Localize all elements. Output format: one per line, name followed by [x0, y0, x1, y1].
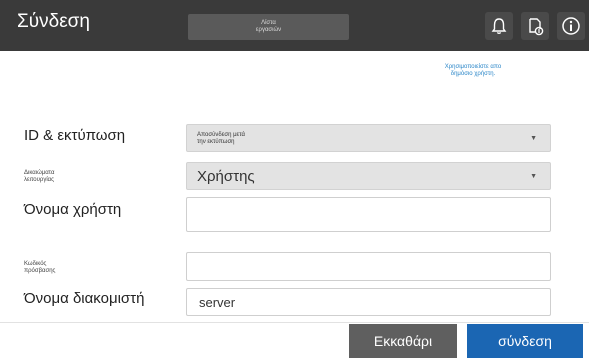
function-permission-select[interactable]: Χρήστης ▼ — [186, 162, 551, 190]
info-icon-glyph — [562, 17, 580, 35]
password-label-line1: Κωδικός — [24, 261, 47, 267]
function-permission-label: Δικαιώματα λειτουργίας — [24, 170, 54, 184]
id-print-select[interactable]: Αποσύνδεση μετά την εκτύπωση ▼ — [186, 124, 551, 152]
footer-divider — [0, 322, 589, 323]
id-print-value-line1: Αποσύνδεση μετά — [197, 132, 245, 138]
job-list-label-line2: εργασιών — [255, 27, 282, 33]
job-list-label-line1: Λίστα — [261, 20, 276, 26]
login-button[interactable]: σύνδεση — [467, 324, 583, 358]
function-permission-label-line1: Δικαιώματα — [24, 170, 55, 176]
password-input[interactable] — [186, 252, 551, 281]
username-label: Όνομα χρήστη — [24, 201, 122, 218]
public-user-link[interactable]: Χρησιμοποιείστε απο δημόσιο χρήστη. — [418, 64, 528, 78]
server-name-value: server — [199, 295, 236, 310]
public-user-link-line2: δημόσιο χρήστη. — [450, 71, 496, 77]
job-list-button[interactable]: Λίστα εργασιών — [188, 14, 349, 40]
page-title: Σύνδεση — [17, 11, 90, 32]
chevron-down-icon: ▼ — [530, 173, 537, 180]
chevron-down-icon: ▼ — [530, 135, 537, 142]
username-input[interactable] — [186, 197, 551, 232]
server-name-input[interactable]: server — [186, 288, 551, 316]
clear-button[interactable]: Εκκαθάρι — [349, 324, 457, 358]
password-label-line2: πρόσβασης — [24, 268, 56, 274]
bell-icon[interactable] — [485, 12, 513, 40]
document-status-icon-glyph — [529, 18, 544, 36]
public-user-link-line1: Χρησιμοποιείστε απο — [444, 64, 502, 70]
function-permission-label-line2: λειτουργίας — [24, 177, 55, 183]
bell-icon-glyph — [491, 18, 507, 35]
password-label: Κωδικός πρόσβασης — [24, 261, 55, 275]
server-name-label: Όνομα διακομιστή — [24, 290, 145, 307]
id-print-value-line2: την εκτύπωση — [197, 139, 235, 145]
document-status-icon[interactable] — [521, 12, 549, 40]
id-print-value: Αποσύνδεση μετά την εκτύπωση — [197, 132, 245, 146]
info-icon[interactable] — [557, 12, 585, 40]
header-bar: Σύνδεση Λίστα εργασιών — [0, 0, 589, 51]
function-permission-value: Χρήστης — [197, 168, 255, 185]
id-print-label: ID & εκτύπωση — [24, 127, 126, 144]
